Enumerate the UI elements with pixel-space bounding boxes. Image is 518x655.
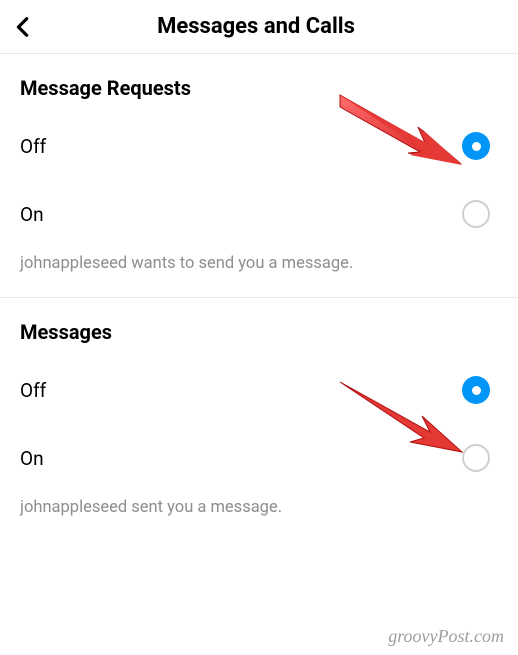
helper-text-message-requests: johnappleseed wants to send you a messag… (0, 248, 518, 285)
radio-unselected-icon (462, 444, 490, 472)
section-message-requests: Message Requests Off On johnappleseed wa… (0, 54, 518, 298)
helper-text-messages: johnappleseed sent you a message. (0, 492, 518, 529)
option-label: Off (20, 379, 46, 402)
option-label: Off (20, 135, 46, 158)
section-title-messages: Messages (0, 298, 518, 356)
radio-selected-icon (462, 132, 490, 160)
section-messages: Messages Off On johnappleseed sent you a… (0, 298, 518, 541)
back-button[interactable] (12, 16, 34, 38)
radio-unselected-icon (462, 200, 490, 228)
option-label: On (20, 203, 44, 226)
option-message-requests-on[interactable]: On (0, 180, 518, 248)
header: Messages and Calls (0, 0, 518, 54)
option-messages-off[interactable]: Off (0, 356, 518, 424)
page-title: Messages and Calls (12, 14, 500, 39)
radio-selected-icon (462, 376, 490, 404)
option-messages-on[interactable]: On (0, 424, 518, 492)
option-message-requests-off[interactable]: Off (0, 112, 518, 180)
option-label: On (20, 447, 44, 470)
section-title-message-requests: Message Requests (0, 54, 518, 112)
chevron-left-icon (12, 16, 34, 38)
watermark: groovyPost.com (388, 626, 504, 647)
